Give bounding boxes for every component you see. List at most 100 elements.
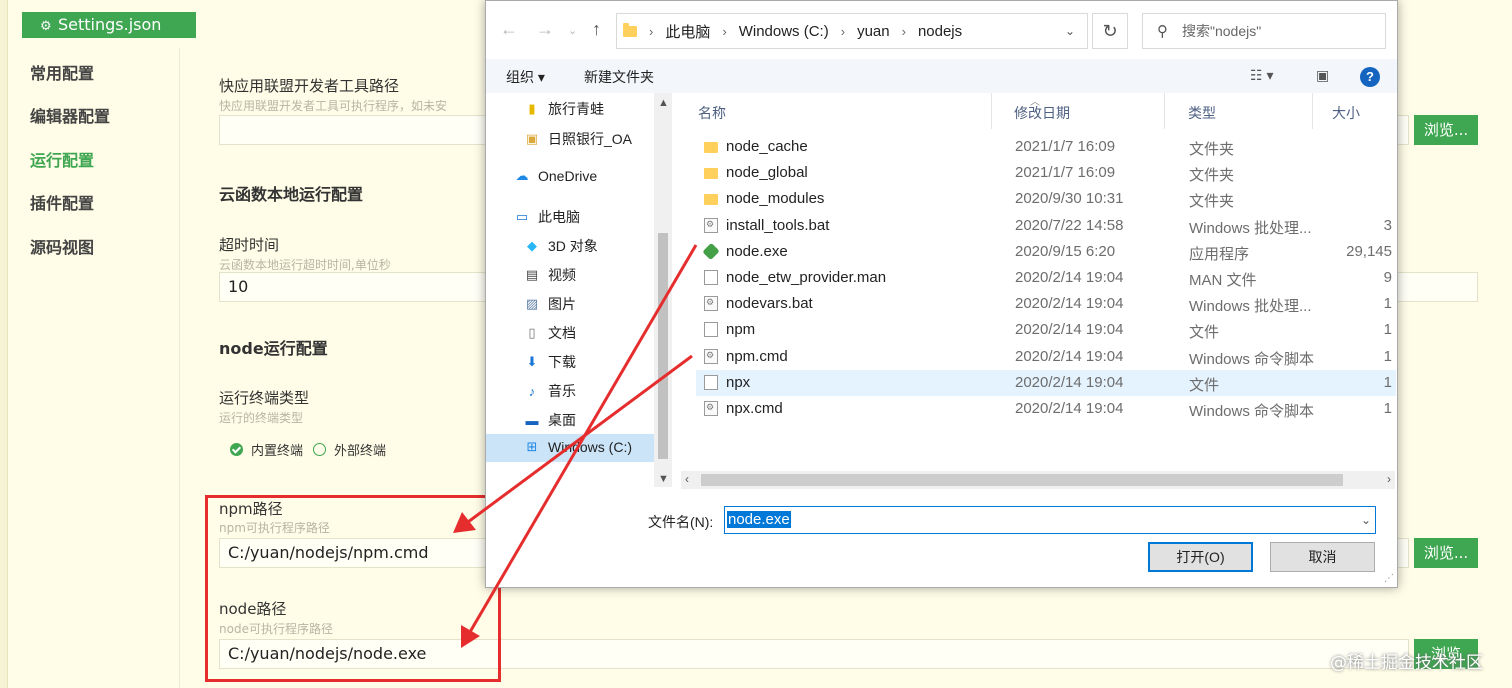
recent-locations-chevron-icon[interactable]: ⌄ (568, 24, 577, 37)
settings-tab[interactable]: ⚙ Settings.json (22, 12, 196, 38)
file-list-header: ︿ 名称 修改日期 类型 大小 (672, 93, 1397, 129)
video-icon: ▤ (525, 267, 539, 282)
nav-item-editor[interactable]: 编辑器配置 (30, 103, 110, 127)
file-date: 2020/7/22 14:58 (1015, 216, 1124, 234)
resize-grip-icon[interactable]: ⋰ (1384, 573, 1394, 584)
file-row[interactable]: node_global 2021/1/7 16:09 文件夹 (696, 160, 1396, 186)
nav-item-plugin[interactable]: 插件配置 (30, 190, 94, 214)
nav-item-run[interactable]: 运行配置 (30, 147, 94, 171)
forward-arrow-icon[interactable]: → (536, 19, 554, 40)
column-divider[interactable] (1312, 93, 1313, 129)
up-arrow-icon[interactable]: ↑ (592, 19, 601, 40)
file-size: 1 (1383, 347, 1392, 365)
breadcrumb-this-pc[interactable]: 此电脑 (665, 21, 710, 42)
file-type: MAN 文件 (1189, 272, 1257, 289)
file-name: node_cache (726, 138, 808, 155)
file-type: 应用程序 (1189, 245, 1250, 263)
cancel-button[interactable]: 取消 (1270, 542, 1375, 572)
search-icon: ⚲ (1157, 23, 1168, 40)
breadcrumb-drive[interactable]: Windows (C:) (739, 23, 829, 40)
file-date: 2020/2/14 19:04 (1015, 373, 1124, 391)
file-list-scrollbar-thumb[interactable] (701, 474, 1343, 486)
cloud-icon: ☁ (515, 168, 529, 183)
file-row[interactable]: npx 2020/2/14 19:04 文件 1 (696, 369, 1396, 396)
file-row[interactable]: install_tools.bat 2020/7/22 14:58 Windows … (696, 213, 1396, 239)
tree-label: 日照银行_OA (548, 131, 633, 147)
column-date[interactable]: 修改日期 (1014, 103, 1070, 123)
scroll-up-icon[interactable]: ▲ (658, 97, 669, 109)
column-divider[interactable] (991, 93, 992, 129)
tree-label: OneDrive (538, 168, 598, 184)
scroll-left-icon[interactable]: ‹ (685, 472, 689, 486)
new-folder-button[interactable]: 新建文件夹 (584, 67, 654, 87)
column-size[interactable]: 大小 (1332, 103, 1360, 123)
breadcrumb-yuan[interactable]: yuan (857, 23, 890, 40)
help-icon[interactable]: ? (1360, 67, 1380, 87)
settings-nav: 常用配置 编辑器配置 运行配置 插件配置 源码视图 (0, 48, 180, 688)
preview-pane-icon[interactable]: ▣ (1316, 67, 1329, 84)
file-icon (704, 374, 718, 390)
tree-item-onedrive[interactable]: ☁ OneDrive (514, 168, 598, 184)
watermark-text: @稀土掘金技术社区 (1330, 653, 1483, 673)
chevron-down-icon[interactable]: ⌄ (1361, 507, 1371, 533)
search-box[interactable]: ⚲ 搜索"nodejs" (1142, 13, 1386, 49)
radio-external-terminal[interactable] (313, 443, 327, 456)
scroll-down-icon[interactable]: ▼ (658, 473, 669, 485)
file-row[interactable]: node_modules 2020/9/30 10:31 文件夹 (696, 186, 1396, 212)
nav-item-common[interactable]: 常用配置 (30, 60, 94, 84)
file-name: npx.cmd (726, 400, 783, 417)
folder-icon (704, 194, 718, 206)
quickapp-browse-button[interactable]: 浏览... (1414, 115, 1478, 145)
command-bar: 组织 ▾ 新建文件夹 ☷ ▾ ▣ ? (486, 59, 1397, 93)
refresh-icon: ↻ (1102, 21, 1118, 41)
file-size: 29,145 (1346, 242, 1392, 260)
file-list-horizontal-scrollbar[interactable]: ‹ › (681, 471, 1395, 489)
quickapp-path-hint: 快应用联盟开发者工具可执行程序，如未安 (219, 99, 448, 113)
open-button[interactable]: 打开(O) (1148, 542, 1253, 572)
address-bar[interactable]: › 此电脑 › Windows (C:) › yuan › nodejs ⌄ (616, 13, 1088, 49)
script-file-icon (704, 401, 718, 416)
column-divider[interactable] (1164, 93, 1165, 129)
tree-item-documents[interactable]: ▯ 文档 (524, 323, 576, 343)
tree-item-travel-frog[interactable]: ▮ 旅行青蛙 (524, 99, 604, 119)
tree-item-windows-c[interactable]: ⊞ Windows (C:) (524, 439, 632, 455)
npm-browse-button[interactable]: 浏览... (1414, 538, 1478, 568)
column-name[interactable]: 名称 (698, 103, 726, 123)
column-type[interactable]: 类型 (1188, 103, 1216, 123)
tree-label: 此电脑 (538, 209, 580, 225)
tree-item-3d-objects[interactable]: ◆ 3D 对象 (524, 236, 598, 256)
node-section-title: node运行配置 (219, 339, 328, 358)
refresh-button[interactable]: ↻ (1092, 13, 1128, 49)
file-row[interactable]: npm 2020/2/14 19:04 文件 1 (696, 317, 1396, 343)
file-row[interactable]: npm.cmd 2020/2/14 19:04 Windows 命令脚本 1 (696, 344, 1396, 370)
file-row[interactable]: npx.cmd 2020/2/14 19:04 Windows 命令脚本 1 (696, 396, 1396, 422)
file-type: 文件 (1189, 324, 1220, 342)
tree-item-downloads[interactable]: ⬇ 下载 (524, 352, 576, 372)
breadcrumb-nodejs[interactable]: nodejs (918, 23, 962, 40)
nav-item-source[interactable]: 源码视图 (30, 234, 94, 258)
tree-item-rizhao-bank[interactable]: ▣ 日照银行_OA (524, 129, 632, 149)
file-row[interactable]: node_etw_provider.man 2020/2/14 19:04 MAN … (696, 265, 1396, 291)
file-row[interactable]: node.exe 2020/9/15 6:20 应用程序 29,145 (696, 239, 1396, 265)
file-size: 3 (1383, 216, 1392, 234)
chevron-down-icon[interactable]: ⌄ (1065, 24, 1075, 38)
tree-item-pictures[interactable]: ▨ 图片 (524, 294, 576, 314)
radio-internal-terminal[interactable] (230, 443, 243, 456)
file-row[interactable]: node_cache 2021/1/7 16:09 文件夹 (696, 134, 1396, 160)
back-arrow-icon[interactable]: ← (500, 19, 518, 40)
view-options-icon[interactable]: ☷ ▾ (1250, 67, 1273, 84)
file-type: 文件夹 (1189, 193, 1235, 211)
navigation-tree: ▮ 旅行青蛙 ▣ 日照银行_OA ☁ OneDrive ▭ 此电脑 ◆ 3D 对象 ▤ 视频… (486, 93, 672, 463)
chevron-right-icon: › (722, 23, 727, 39)
tree-scrollbar[interactable]: ▲ ▼ (654, 93, 672, 487)
scroll-right-icon[interactable]: › (1387, 472, 1391, 486)
organize-menu[interactable]: 组织 ▾ (506, 67, 545, 87)
tree-item-videos[interactable]: ▤ 视频 (524, 265, 576, 285)
file-row[interactable]: nodevars.bat 2020/2/14 19:04 Windows 批处理..… (696, 291, 1396, 317)
tree-item-music[interactable]: ♪ 音乐 (524, 381, 576, 401)
tree-item-desktop[interactable]: ▬ 桌面 (524, 410, 577, 430)
filename-input[interactable]: node.exe ⌄ (724, 506, 1376, 534)
file-date: 2020/9/15 6:20 (1015, 242, 1116, 260)
tree-item-this-pc[interactable]: ▭ 此电脑 (514, 207, 580, 227)
tree-scrollbar-thumb[interactable] (658, 233, 668, 459)
